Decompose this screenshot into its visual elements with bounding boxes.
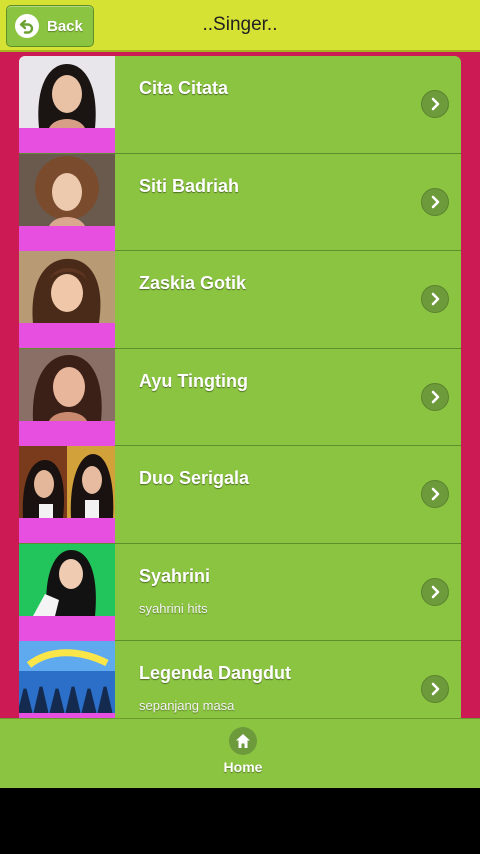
singer-name: Siti Badriah <box>139 175 240 196</box>
chevron-right-icon <box>421 675 449 703</box>
back-label: Back <box>47 17 83 35</box>
singer-thumbnail <box>19 56 115 153</box>
singer-thumbnail <box>19 446 115 543</box>
singer-thumbnail <box>19 153 115 251</box>
singer-name: Cita Citata <box>139 78 229 98</box>
singer-name: Duo Serigala <box>139 468 250 488</box>
singer-photo <box>19 641 115 713</box>
singer-name: Legenda Dangdut <box>139 663 291 683</box>
singer-list-area[interactable]: Cita Citata Siti Badriah Zaskia Gotik Ay… <box>0 52 480 718</box>
singer-name: Zaskia Gotik <box>139 273 247 293</box>
chevron-right-icon <box>421 187 449 216</box>
chevron-right-icon <box>421 577 449 606</box>
list-item[interactable]: Siti Badriah <box>19 153 461 251</box>
list-item[interactable]: Legenda Dangdut sepanjang masa <box>19 641 461 718</box>
singer-name: Ayu Tingting <box>139 370 248 391</box>
singer-photo <box>19 251 115 323</box>
singer-name: Syahrini <box>139 565 211 586</box>
top-bar: Back ..Singer.. <box>0 0 480 52</box>
chevron-right-icon <box>421 480 449 508</box>
singer-photo <box>19 348 115 421</box>
chevron-right-icon <box>421 285 449 313</box>
home-label: Home <box>223 759 263 775</box>
back-button[interactable]: Back <box>6 5 94 47</box>
back-arrow-icon <box>15 14 39 38</box>
singer-thumbnail <box>19 251 115 348</box>
singer-photo <box>19 153 115 226</box>
singer-list: Cita Citata Siti Badriah Zaskia Gotik Ay… <box>19 56 461 718</box>
page-title: ..Singer.. <box>202 14 278 35</box>
bottom-bar: Home <box>0 718 480 788</box>
home-icon <box>229 727 257 755</box>
singer-thumbnail <box>19 641 115 718</box>
singer-thumbnail <box>19 348 115 446</box>
singer-photo <box>19 543 115 616</box>
chevron-right-icon <box>421 90 449 118</box>
list-item[interactable]: Duo Serigala <box>19 446 461 544</box>
list-item[interactable]: Cita Citata <box>19 56 461 154</box>
singer-subtitle: sepanjang masa <box>139 698 235 713</box>
list-item[interactable]: Ayu Tingting <box>19 348 461 446</box>
chevron-right-icon <box>421 382 449 411</box>
singer-photo <box>19 56 115 128</box>
list-item[interactable]: Syahrini syahrini hits <box>19 543 461 641</box>
singer-subtitle: syahrini hits <box>139 600 208 616</box>
list-item[interactable]: Zaskia Gotik <box>19 251 461 349</box>
singer-thumbnail <box>19 543 115 641</box>
singer-photo <box>19 446 115 518</box>
home-button[interactable]: Home <box>200 727 286 783</box>
